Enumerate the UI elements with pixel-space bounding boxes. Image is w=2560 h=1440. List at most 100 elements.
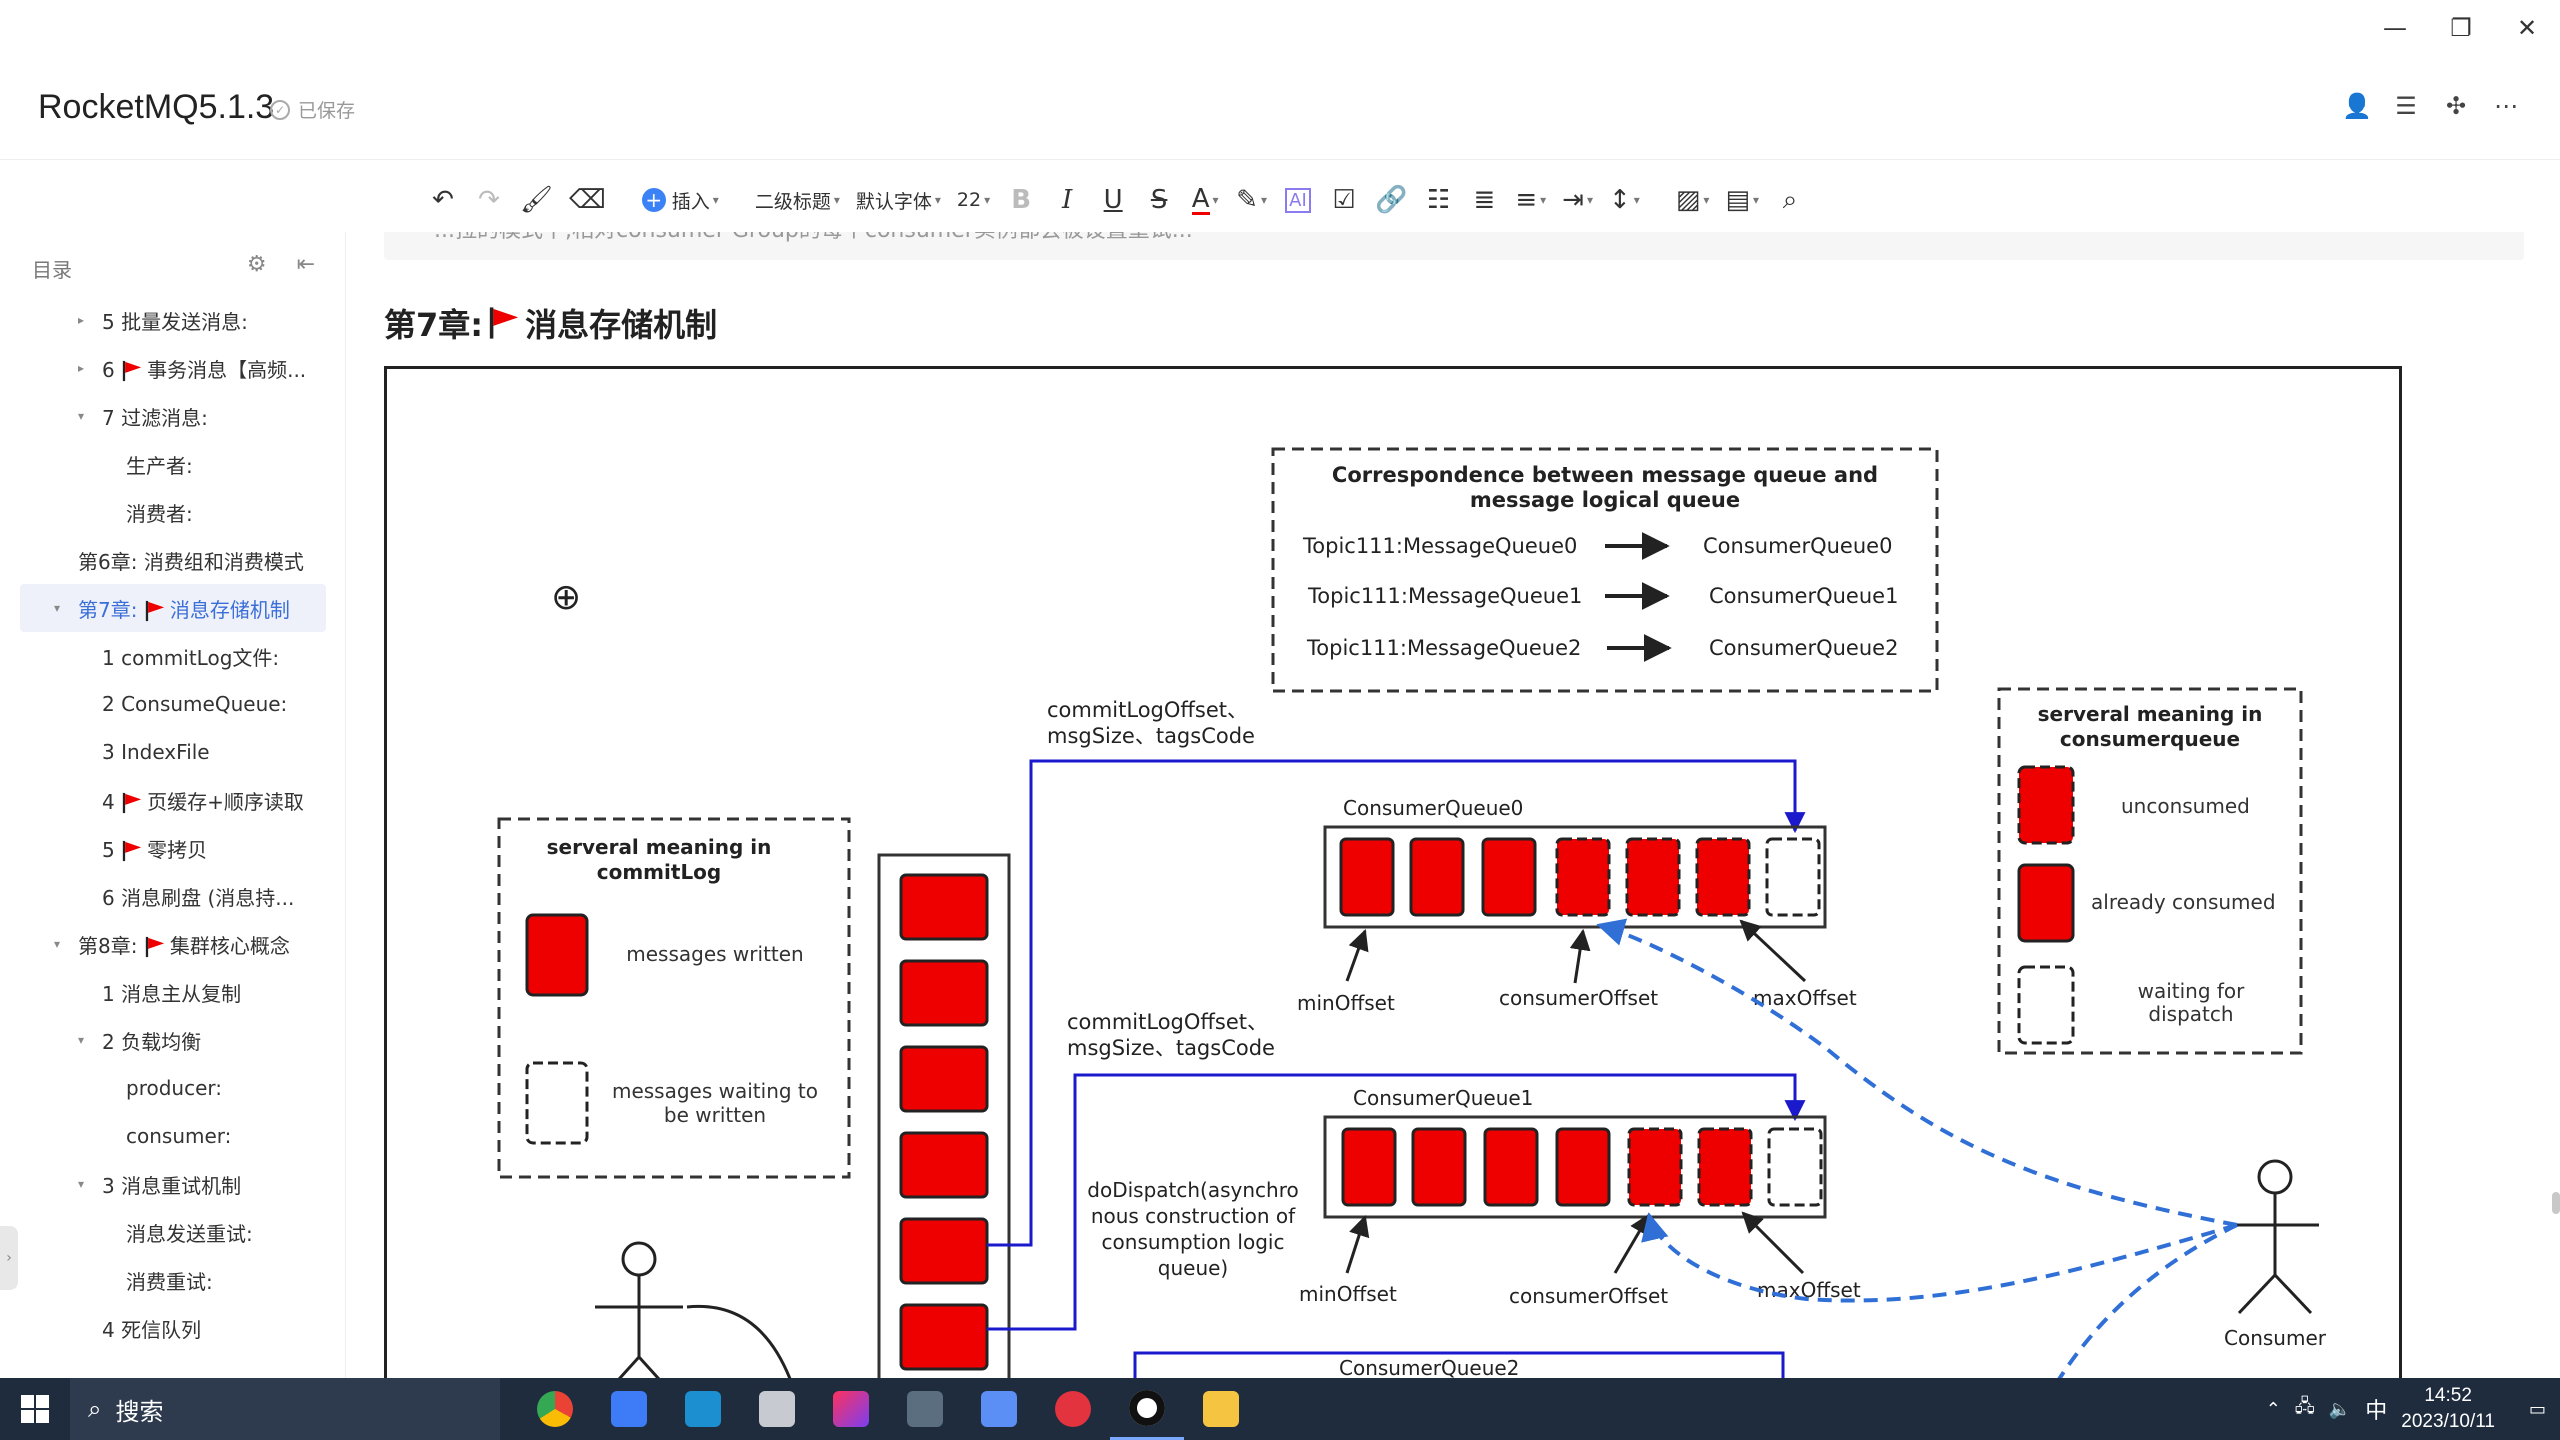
close-button[interactable]: ✕ — [2494, 8, 2560, 48]
chevron-right-icon[interactable]: ▸ — [78, 361, 84, 375]
explorer-app[interactable] — [740, 1378, 814, 1440]
ime-indicator[interactable]: 中 — [2365, 1393, 2387, 1425]
clear-format-button[interactable]: ⌫ — [561, 178, 614, 222]
toc-item[interactable]: ▾ 7 过滤消息: — [0, 392, 345, 440]
numbered-list-button[interactable]: ≣ — [1461, 178, 1507, 222]
font-dropdown[interactable]: 默认字体 ▾ — [848, 178, 949, 222]
toc-item-label: 第7章: — [78, 597, 144, 622]
chevron-up-icon[interactable]: ⌃ — [2266, 1399, 2281, 1420]
expand-sidebar-handle[interactable]: › — [0, 1226, 18, 1290]
font-label: 默认字体 — [855, 190, 932, 213]
mapping-title-1: Correspondence between message queue and — [1332, 463, 1878, 487]
mapping-row-2-right: ConsumerQueue2 — [1709, 636, 1898, 660]
intellij-app[interactable] — [814, 1378, 888, 1440]
mindmap-icon[interactable]: ✣ — [2442, 92, 2470, 120]
notes-app[interactable] — [962, 1378, 1036, 1440]
share-user-icon[interactable]: 👤 — [2342, 92, 2372, 120]
toc-item[interactable]: 生产者: — [0, 440, 345, 488]
chevron-down-icon[interactable]: ▾ — [54, 601, 60, 615]
ai-button[interactable]: AI — [1275, 178, 1321, 222]
toc-item[interactable]: 1 消息主从复制 — [0, 968, 345, 1016]
producer-figure — [595, 1241, 792, 1378]
checkbox-button[interactable]: ☑ — [1321, 178, 1367, 222]
chevron-down-icon[interactable]: ▾ — [78, 1177, 84, 1191]
bullet-list-icon: ☷ — [1426, 185, 1450, 215]
toc-item[interactable]: 4 页缓存+顺序读取 — [0, 776, 345, 824]
page-button[interactable]: ▤ ▾ — [1717, 178, 1767, 222]
redo-button[interactable]: ↷ — [466, 178, 512, 222]
toc-item[interactable]: 5 零拷贝 — [0, 824, 345, 872]
collapse-sidebar-icon[interactable]: ⇤ — [297, 252, 315, 277]
taskbar-search[interactable]: ⌕ 搜索 — [70, 1378, 500, 1440]
chrome-app[interactable] — [518, 1378, 592, 1440]
hatch-icon: ▨ — [1675, 185, 1701, 215]
font-color-button[interactable]: A ▾ — [1182, 178, 1228, 222]
toc-item[interactable]: 第6章: 消费组和消费模式 — [0, 536, 345, 584]
taskbar-clock[interactable]: 14:52 2023/10/11 — [2401, 1383, 2495, 1435]
files-app[interactable] — [888, 1378, 962, 1440]
chevron-down-icon[interactable]: ▾ — [54, 937, 60, 951]
doc-title[interactable]: RocketMQ5.1.3 — [38, 88, 274, 127]
style-button[interactable]: ▨ ▾ — [1668, 178, 1718, 222]
folder-app[interactable] — [1184, 1378, 1258, 1440]
undo-button[interactable]: ↶ — [420, 178, 466, 222]
align-button[interactable]: ≡ ▾ — [1507, 178, 1554, 222]
insert-dropdown[interactable]: + 插入 ▾ — [634, 178, 727, 222]
toc-item[interactable]: ▸ 5 批量发送消息: — [0, 296, 345, 344]
storage-diagram[interactable]: Correspondence between message queue and… — [384, 366, 2402, 1378]
restore-button[interactable]: ❐ — [2428, 8, 2494, 48]
feishu-app[interactable] — [592, 1378, 666, 1440]
netease-app[interactable] — [1036, 1378, 1110, 1440]
recorder-app[interactable] — [1110, 1378, 1184, 1440]
toc-item[interactable]: 消费重试: — [0, 1256, 345, 1304]
dispatch-line-2: nous construction of — [1091, 1204, 1296, 1228]
toc-item[interactable]: 4 死信队列 — [0, 1304, 345, 1352]
chevron-right-icon[interactable]: ▸ — [78, 313, 84, 327]
search-button[interactable]: ⌕ — [1767, 178, 1813, 222]
toc-item[interactable]: ▾ 第7章: 消息存储机制 — [20, 584, 326, 632]
link-button[interactable]: 🔗 — [1367, 178, 1415, 222]
notification-icon[interactable]: ▭ — [2529, 1399, 2546, 1420]
toc-item[interactable]: consumer: — [0, 1112, 345, 1160]
toc-item[interactable]: ▾ 第8章: 集群核心概念 — [0, 920, 345, 968]
strikethrough-button[interactable]: S — [1136, 178, 1182, 222]
chevron-down-icon[interactable]: ▾ — [78, 409, 84, 423]
note-pen-icon — [981, 1391, 1017, 1427]
settings-icon[interactable]: ⚙ — [247, 252, 267, 277]
toc-item[interactable]: 2 ConsumeQueue: — [0, 680, 345, 728]
volume-icon[interactable]: 🔈 — [2329, 1399, 2351, 1420]
chapter-heading[interactable]: 第7章: 消息存储机制 — [384, 300, 717, 346]
files-icon — [907, 1391, 943, 1427]
chapter-prefix: 第7章: — [384, 306, 484, 344]
indent-button[interactable]: ⇥ ▾ — [1554, 178, 1601, 222]
underline-button[interactable]: U — [1090, 178, 1136, 222]
toc-item[interactable]: ▸ 6 事务消息【高频... — [0, 344, 345, 392]
toc-item[interactable]: 3 IndexFile — [0, 728, 345, 776]
toc-item[interactable]: 6 消息刷盘 (消息持... — [0, 872, 345, 920]
bold-button[interactable]: B — [998, 178, 1044, 222]
italic-button[interactable]: I — [1044, 178, 1090, 222]
format-painter-button[interactable]: 🖌 — [512, 178, 561, 222]
bullet-list-button[interactable]: ☷ — [1415, 178, 1461, 222]
toc-item[interactable]: 1 commitLog文件: — [0, 632, 345, 680]
remote-app[interactable] — [666, 1378, 740, 1440]
toc-item[interactable]: 消费者: — [0, 488, 345, 536]
chevron-down-icon[interactable]: ▾ — [78, 1033, 84, 1047]
network-icon[interactable]: 🖧 — [2295, 1394, 2315, 1424]
highlight-button[interactable]: ✎ ▾ — [1228, 178, 1275, 222]
toc-item-label: 2 负载均衡 — [102, 1029, 202, 1054]
line-spacing-button[interactable]: ↕ ▾ — [1601, 178, 1648, 222]
toc-item[interactable]: ▾ 2 负载均衡 — [0, 1016, 345, 1064]
toc-item[interactable]: producer: — [0, 1064, 345, 1112]
heading-dropdown[interactable]: 二级标题 ▾ — [747, 178, 848, 222]
mapping-title-2: message logical queue — [1470, 488, 1740, 512]
more-icon[interactable]: ⋯ — [2492, 92, 2520, 120]
start-button[interactable] — [0, 1378, 70, 1440]
toc-item[interactable]: ▾ 3 消息重试机制 — [0, 1160, 345, 1208]
cq1-fields-line-1: commitLogOffset、 — [1067, 1010, 1268, 1034]
vertical-scrollbar[interactable] — [2552, 1192, 2560, 1214]
toc-item[interactable]: 消息发送重试: — [0, 1208, 345, 1256]
find-replace-icon[interactable]: ☰ — [2392, 92, 2420, 120]
font-size-dropdown[interactable]: 22 ▾ — [949, 178, 998, 222]
minimize-button[interactable]: — — [2362, 8, 2428, 48]
